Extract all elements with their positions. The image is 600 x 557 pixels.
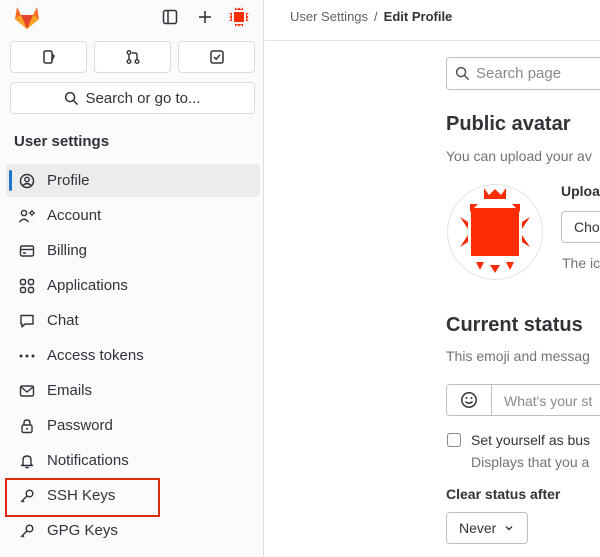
sidebar-item-applications[interactable]: Applications xyxy=(6,269,260,302)
upload-avatar-label: Uploa xyxy=(561,183,600,199)
bell-icon xyxy=(17,451,37,471)
sidebar-item-label: Emails xyxy=(47,382,93,399)
breadcrumb-parent-link[interactable]: User Settings xyxy=(290,9,368,24)
clear-status-value: Never xyxy=(459,520,497,536)
breadcrumb: User Settings / Edit Profile xyxy=(290,9,452,24)
search-goto-button[interactable]: Search or go to... xyxy=(10,82,255,114)
sidebar: Search or go to... User settings Profile… xyxy=(0,0,264,557)
sidebar-item-billing[interactable]: Billing xyxy=(6,234,260,267)
sidebar-item-account[interactable]: Account xyxy=(6,199,260,232)
sidebar-item-label: Applications xyxy=(47,277,128,294)
choose-file-button[interactable]: Cho xyxy=(561,211,600,243)
sidebar-top-bar xyxy=(0,0,264,34)
search-page-placeholder: Search page xyxy=(476,65,562,82)
clear-status-dropdown[interactable]: Never xyxy=(446,512,528,544)
sidebar-item-label: Profile xyxy=(47,172,90,189)
sidebar-title: User settings xyxy=(14,133,110,150)
status-message-input[interactable]: What's your st xyxy=(491,384,600,416)
user-avatar-icon[interactable] xyxy=(228,6,250,28)
token-icon xyxy=(17,346,37,366)
busy-checkbox[interactable] xyxy=(447,433,461,447)
gitlab-logo-icon[interactable] xyxy=(12,3,42,31)
sidebar-item-emails[interactable]: Emails xyxy=(6,374,260,407)
current-status-heading: Current status xyxy=(446,314,583,336)
breadcrumb-current[interactable]: Edit Profile xyxy=(384,9,453,24)
sidebar-item-label: Chat xyxy=(47,312,79,329)
merge-requests-button[interactable] xyxy=(94,41,171,73)
sidebar-item-gpg-keys[interactable]: GPG Keys xyxy=(6,514,260,547)
sidebar-item-access-tokens[interactable]: Access tokens xyxy=(6,339,260,372)
lock-icon xyxy=(17,416,37,436)
sidebar-item-label: Password xyxy=(47,417,113,434)
merge-request-icon xyxy=(126,50,139,64)
credit-card-icon xyxy=(17,241,37,261)
key-icon xyxy=(17,521,37,541)
todo-icon xyxy=(209,50,224,64)
sidebar-item-label: Billing xyxy=(47,242,88,259)
smiley-icon xyxy=(461,392,477,408)
sidebar-item-label: GPG Keys xyxy=(47,522,118,539)
applications-icon xyxy=(17,276,37,296)
sidebar-item-label: Notifications xyxy=(47,452,129,469)
search-icon xyxy=(65,91,79,105)
busy-checkbox-help: Displays that you a xyxy=(471,454,590,470)
search-goto-label: Search or go to... xyxy=(85,89,201,107)
busy-checkbox-label: Set yourself as bus xyxy=(471,432,591,448)
clear-status-after-label: Clear status after xyxy=(446,486,561,502)
current-status-description: This emoji and messag xyxy=(446,348,590,364)
header-divider xyxy=(265,40,600,41)
avatar xyxy=(447,184,543,280)
sidebar-item-password[interactable]: Password xyxy=(6,409,260,442)
avatar-size-note: The ic xyxy=(562,255,600,271)
sidebar-item-profile[interactable]: Profile xyxy=(6,164,260,197)
sidebar-toggle-icon[interactable] xyxy=(159,6,181,28)
public-avatar-description: You can upload your av xyxy=(446,148,592,164)
sidebar-item-label: Access tokens xyxy=(47,347,144,364)
breadcrumb-separator: / xyxy=(374,9,378,24)
search-icon xyxy=(455,66,470,81)
sidebar-item-notifications[interactable]: Notifications xyxy=(6,444,260,477)
emoji-picker-button[interactable] xyxy=(446,384,492,416)
ssh-keys-highlight-box xyxy=(5,478,160,517)
plus-icon[interactable] xyxy=(194,6,216,28)
todos-button[interactable] xyxy=(178,41,255,73)
sidebar-item-label: Account xyxy=(47,207,102,224)
profile-icon xyxy=(17,171,37,191)
search-page-input[interactable]: Search page xyxy=(446,57,600,90)
sidebar-item-chat[interactable]: Chat xyxy=(6,304,260,337)
mail-icon xyxy=(17,381,37,401)
chevron-down-icon xyxy=(505,526,513,531)
issues-button[interactable] xyxy=(10,41,87,73)
account-icon xyxy=(17,206,37,226)
issues-icon xyxy=(42,50,55,64)
comment-icon xyxy=(17,311,37,331)
public-avatar-heading: Public avatar xyxy=(446,113,571,135)
